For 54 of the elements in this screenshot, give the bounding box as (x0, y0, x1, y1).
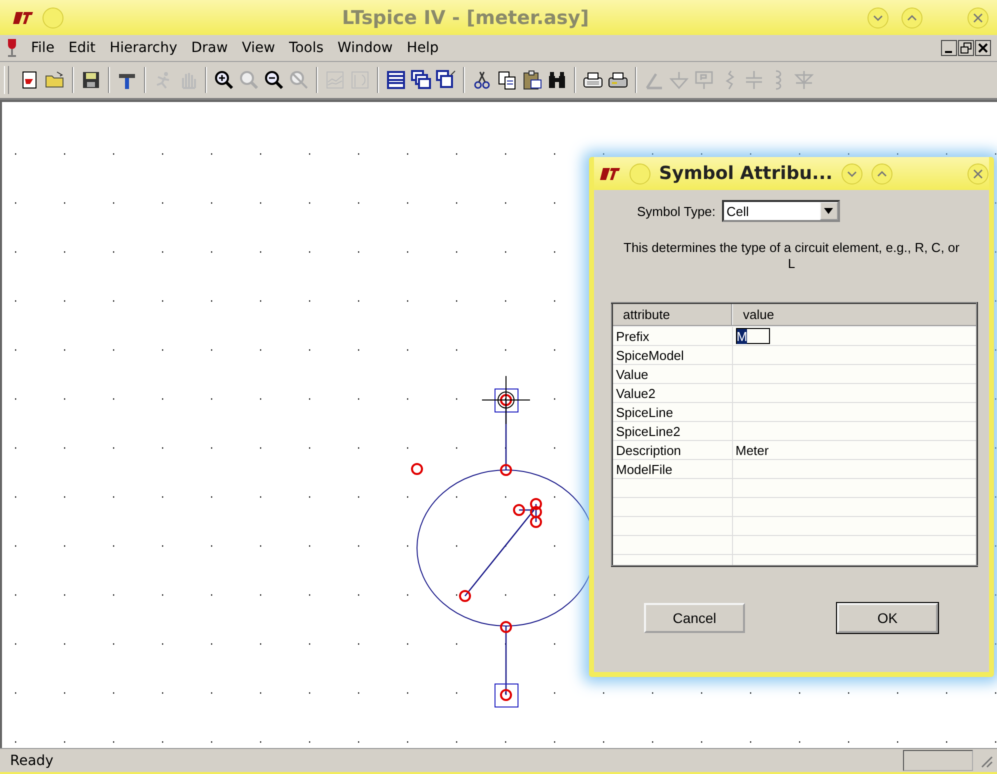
attribute-cell: Value2 (612, 384, 732, 402)
maximize-button[interactable] (870, 162, 893, 184)
menu-item[interactable]: Tools (282, 38, 331, 58)
menu-item[interactable]: Hierarchy (102, 38, 184, 58)
value-input[interactable]: M (736, 328, 770, 344)
menu-item[interactable]: File (24, 38, 62, 58)
menu-item[interactable]: Edit (61, 38, 103, 58)
attribute-cell: SpiceLine2 (612, 422, 732, 440)
resize-grip-icon[interactable] (979, 754, 993, 768)
attribute-cell: Prefix (612, 326, 732, 346)
logo-icon (12, 10, 34, 24)
menu-item[interactable]: View (234, 38, 282, 58)
zoom-in-icon[interactable] (214, 70, 234, 90)
symbol-type-dropdown[interactable]: Cell (722, 200, 840, 222)
close-button[interactable] (975, 40, 991, 56)
status-panel (903, 750, 973, 771)
window-icon[interactable] (386, 70, 406, 90)
scissors-icon[interactable] (472, 70, 492, 90)
minimize-button[interactable] (941, 40, 957, 56)
pin-marker-drawing[interactable] (482, 376, 530, 424)
copy-icon[interactable] (497, 70, 517, 90)
dialog-button[interactable]: Cancel (644, 603, 745, 633)
window-title: LTspice IV - [meter.asy] (341, 6, 590, 28)
attribute-cell: Value (612, 364, 732, 384)
status-text: Ready (10, 752, 54, 768)
attribute-cell: Description (612, 440, 732, 460)
wine-glass-icon (6, 38, 18, 58)
magnifier-cross-icon[interactable] (289, 70, 309, 90)
magnifier-icon[interactable] (239, 70, 259, 90)
menu-item[interactable]: Help (400, 38, 446, 58)
windows-icon[interactable] (411, 70, 431, 90)
attribute-cell: SpiceModel (612, 346, 732, 364)
attribute-cell: SpiceLine (612, 402, 732, 422)
windows-icon[interactable] (436, 70, 456, 90)
column-header[interactable]: attribute (612, 303, 732, 326)
menu-item[interactable]: Window (330, 38, 400, 58)
description-text: This determines the type of a circuit element, e.g., R, C, or L (622, 240, 960, 272)
symbol-type-label: Symbol Type: (637, 204, 716, 218)
maximize-button[interactable] (901, 6, 923, 28)
binoculars-icon[interactable] (547, 70, 567, 90)
zoom-out-icon[interactable] (264, 70, 284, 90)
printer-icon[interactable] (583, 70, 603, 90)
column-header[interactable]: value (732, 303, 977, 326)
menu-item[interactable]: Draw (184, 38, 235, 58)
folder-icon[interactable] (45, 70, 65, 90)
restore-button[interactable] (958, 40, 974, 56)
attribute-cell: ModelFile (612, 460, 732, 478)
dropdown-arrow-icon (824, 208, 834, 214)
printer-icon[interactable] (608, 70, 628, 90)
clipboard-icon[interactable] (522, 70, 542, 90)
dialog-button[interactable]: OK (837, 603, 938, 633)
logo-icon (599, 166, 621, 180)
pin-marker-drawing[interactable] (494, 684, 518, 708)
dialog-title: Symbol Attribu... (659, 163, 833, 184)
